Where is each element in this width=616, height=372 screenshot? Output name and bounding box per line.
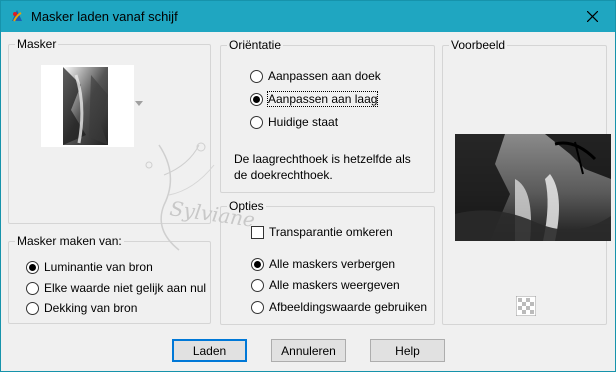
radio-fit-layer[interactable]: Aanpassen aan laag	[250, 91, 379, 107]
load-button-label: Laden	[192, 343, 227, 358]
radio-current-state-label: Huidige staat	[268, 115, 339, 129]
radio-fit-layer-label: Aanpassen aan laag	[266, 91, 379, 107]
radio-use-image-value[interactable]: Afbeeldingswaarde gebruiken	[251, 299, 427, 315]
dialog-window: Masker laden vanaf schijf Masker Masker …	[0, 0, 616, 372]
radio-fit-canvas-label: Aanpassen aan doek	[268, 69, 381, 83]
radio-button[interactable]	[251, 278, 264, 292]
radio-button-checked[interactable]	[251, 257, 264, 271]
help-button-label: Help	[395, 343, 420, 358]
load-button[interactable]: Laden	[172, 339, 247, 362]
window-title: Masker laden vanaf schijf	[31, 9, 178, 24]
radio-button[interactable]	[250, 69, 263, 83]
chevron-down-icon[interactable]	[135, 101, 143, 107]
radio-opacity[interactable]: Dekking van bron	[26, 300, 137, 316]
mask-thumbnail[interactable]	[41, 65, 134, 147]
cancel-button[interactable]: Annuleren	[271, 339, 346, 362]
title-bar[interactable]: Masker laden vanaf schijf	[1, 1, 615, 32]
options-group-title: Opties	[227, 199, 266, 213]
close-button[interactable]	[569, 1, 615, 32]
help-button[interactable]: Help	[370, 339, 445, 362]
mask-group-title: Masker	[15, 37, 59, 51]
orientation-info-line-2: de doekrechthoek.	[234, 168, 333, 182]
radio-button-checked[interactable]	[250, 92, 263, 106]
checkbox[interactable]	[251, 225, 264, 239]
preview-image	[455, 134, 611, 241]
checkbox-invert-transparency[interactable]: Transparantie omkeren	[251, 224, 393, 240]
radio-button[interactable]	[26, 281, 39, 295]
radio-fit-canvas[interactable]: Aanpassen aan doek	[250, 68, 381, 84]
radio-show-all-masks-label: Alle maskers weergeven	[269, 278, 400, 292]
radio-non-zero-label: Elke waarde niet gelijk aan nul	[44, 281, 207, 295]
checkbox-invert-transparency-label: Transparantie omkeren	[269, 225, 393, 239]
orientation-info-text: De laagrechthoek is hetzelfde als de doe…	[234, 151, 424, 183]
transparency-checker-icon[interactable]	[516, 296, 536, 316]
radio-button[interactable]	[26, 301, 39, 315]
cancel-button-label: Annuleren	[281, 343, 336, 358]
radio-non-zero[interactable]: Elke waarde niet gelijk aan nul	[26, 280, 206, 296]
preview-group-title: Voorbeeld	[449, 38, 508, 52]
mask-source-group-title: Masker maken van:	[15, 234, 124, 248]
radio-luminance[interactable]: Luminantie van bron	[26, 259, 153, 275]
radio-button-checked[interactable]	[26, 260, 39, 274]
radio-show-all-masks[interactable]: Alle maskers weergeven	[251, 277, 400, 293]
app-icon	[12, 10, 22, 22]
close-icon	[586, 11, 598, 22]
radio-current-state[interactable]: Huidige staat	[250, 114, 338, 130]
radio-hide-all-masks-label: Alle maskers verbergen	[269, 257, 396, 271]
radio-opacity-label: Dekking van bron	[44, 301, 138, 315]
radio-use-image-value-label: Afbeeldingswaarde gebruiken	[269, 300, 428, 314]
radio-button[interactable]	[250, 115, 263, 129]
radio-button[interactable]	[251, 300, 264, 314]
radio-luminance-label: Luminantie van bron	[44, 260, 153, 274]
radio-hide-all-masks[interactable]: Alle maskers verbergen	[251, 256, 395, 272]
orientation-group-title: Oriëntatie	[227, 38, 284, 52]
orientation-info-line-1: De laagrechthoek is hetzelfde als	[234, 152, 411, 166]
